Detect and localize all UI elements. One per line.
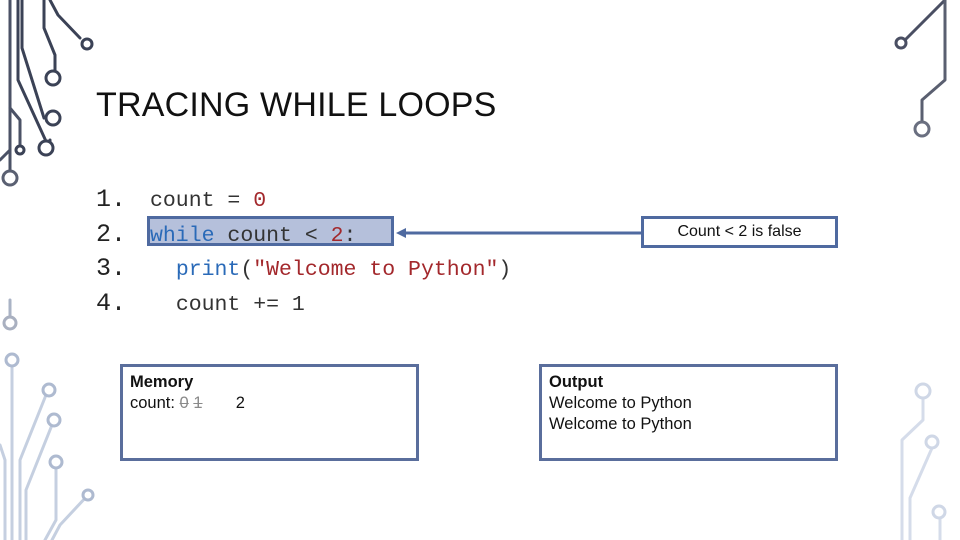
arrow-icon bbox=[396, 228, 642, 238]
output-line: Welcome to Python bbox=[549, 415, 692, 433]
output-line: Welcome to Python bbox=[549, 394, 692, 412]
memory-panel: Memory count: 0 1 2 bbox=[120, 364, 419, 461]
condition-callout: Count < 2 is false bbox=[641, 216, 838, 248]
code-token: "Welcome to Python" bbox=[253, 258, 499, 283]
code-token: 2 bbox=[330, 223, 344, 248]
line-number: 2. bbox=[96, 219, 127, 249]
code-listing: 1. count = 0 2. while count < 2: 3. print("W… bbox=[96, 183, 511, 322]
code-line: 1. count = 0 bbox=[96, 183, 511, 218]
memory-variable-label: count: bbox=[130, 394, 175, 412]
condition-callout-text: Count < 2 is false bbox=[677, 223, 802, 240]
code-token: : bbox=[343, 223, 357, 248]
code-token: 0 bbox=[253, 189, 267, 213]
line-number: 3. bbox=[96, 254, 127, 284]
code-token: ( bbox=[240, 258, 254, 283]
code-token: print bbox=[175, 258, 241, 283]
memory-variable-row: count: 0 1 2 bbox=[130, 393, 409, 414]
code-token: count += 1 bbox=[175, 293, 305, 318]
code-line: 3. print("Welcome to Python") bbox=[96, 252, 511, 287]
memory-heading: Memory bbox=[130, 373, 194, 391]
memory-current-value: 2 bbox=[235, 394, 245, 412]
code-token: count = bbox=[150, 189, 254, 213]
slide-title: TRACING WHILE LOOPS bbox=[96, 86, 497, 124]
code-line: 4. count += 1 bbox=[96, 287, 511, 322]
line-number: 1. bbox=[96, 185, 127, 214]
code-token: while bbox=[150, 223, 215, 248]
code-token: ) bbox=[498, 258, 512, 283]
memory-old-value: 0 bbox=[179, 394, 189, 412]
output-panel: Output Welcome to Python Welcome to Pyth… bbox=[539, 364, 838, 461]
code-token: count < bbox=[214, 223, 331, 248]
output-heading: Output bbox=[549, 373, 604, 391]
memory-old-value: 1 bbox=[193, 394, 203, 412]
line-number: 4. bbox=[96, 289, 127, 319]
